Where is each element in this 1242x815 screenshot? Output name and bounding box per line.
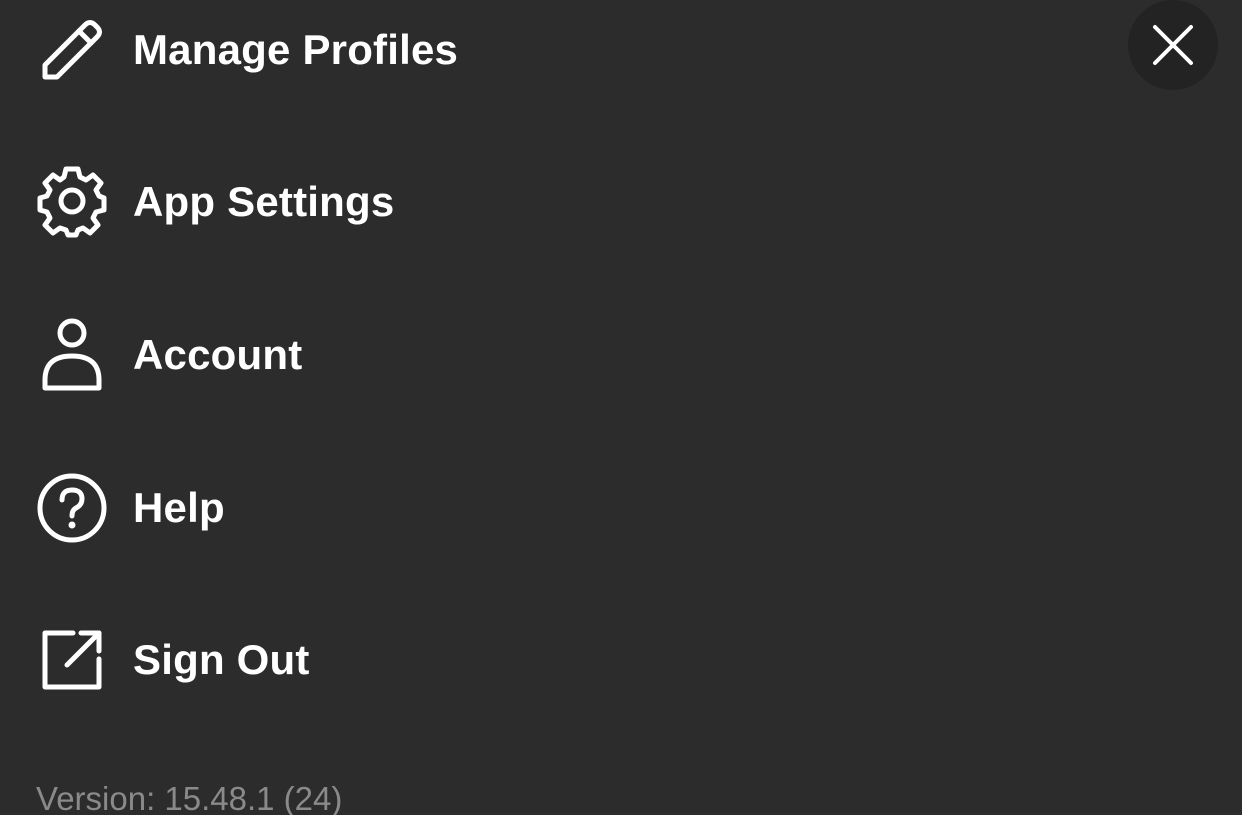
gear-icon — [34, 164, 110, 240]
version-text: Version: 15.48.1 (24) — [36, 780, 343, 815]
menu-item-label: Account — [133, 331, 303, 378]
menu-item-account[interactable]: Account — [0, 305, 900, 405]
menu-item-label: Sign Out — [133, 636, 310, 683]
close-icon — [1151, 23, 1195, 67]
menu-item-help[interactable]: Help — [0, 458, 900, 558]
close-button[interactable] — [1128, 0, 1218, 90]
external-link-icon — [34, 622, 110, 698]
menu-item-label: Help — [133, 484, 225, 531]
menu-item-label: App Settings — [133, 178, 395, 225]
question-circle-icon — [34, 470, 110, 546]
pencil-icon — [34, 12, 110, 88]
account-menu-sheet: Manage Profiles App Settings Account Hel… — [0, 0, 1242, 815]
menu-item-app-settings[interactable]: App Settings — [0, 152, 900, 252]
person-icon — [34, 317, 110, 393]
menu-item-sign-out[interactable]: Sign Out — [0, 610, 900, 710]
menu-item-label: Manage Profiles — [133, 26, 459, 73]
menu-item-manage-profiles[interactable]: Manage Profiles — [0, 0, 900, 100]
